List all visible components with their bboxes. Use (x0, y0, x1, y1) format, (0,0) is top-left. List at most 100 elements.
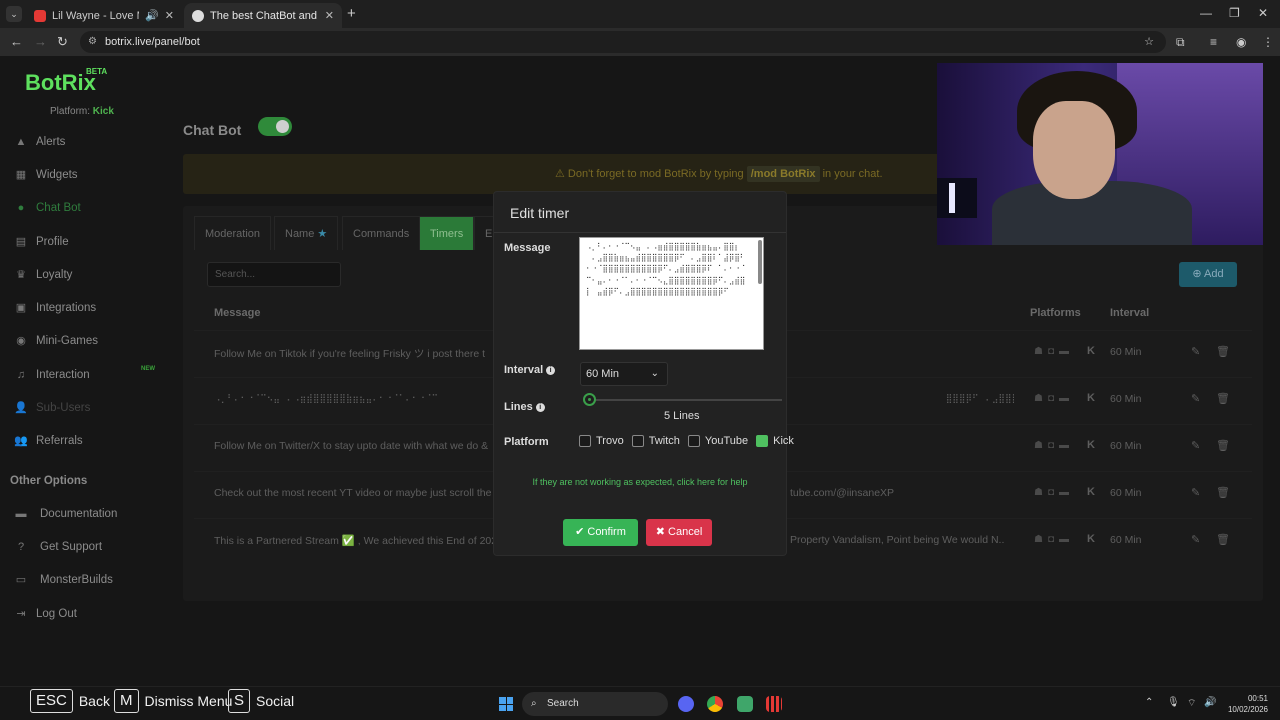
audio-icon[interactable]: 🔊 (145, 9, 159, 22)
message-label: Message (504, 242, 551, 254)
extensions-icon[interactable]: ⧉ (1176, 35, 1185, 50)
grid-icon: ▦ (15, 169, 27, 181)
m-key-hint[interactable]: M Dismiss Menu (114, 689, 232, 713)
edit-icon[interactable]: ✎ (1191, 439, 1200, 452)
wifi-icon[interactable]: ⌔ (1187, 697, 1196, 710)
browser-tab-botrix[interactable]: The best ChatBot and Widgets ✕ (184, 3, 342, 28)
new-tab-button[interactable]: + (347, 5, 356, 22)
windows-start-icon[interactable] (499, 697, 513, 711)
tab-close-icon[interactable]: ✕ (165, 9, 174, 22)
webcam-lamp (949, 183, 955, 213)
sidebar-item-interaction[interactable]: ♫ Interaction (13, 365, 90, 385)
timer-message-tail: tube.com/@iinsaneXP (790, 487, 895, 499)
forward-icon[interactable]: → (34, 34, 47, 49)
platform-icons: ☗◘▬ (1034, 487, 1075, 498)
tab-timers[interactable]: Timers (419, 216, 475, 250)
sidebar-item-widgets[interactable]: ▦ Widgets (13, 165, 78, 185)
info-icon[interactable]: i (535, 402, 545, 412)
close-window-icon[interactable]: ✕ (1258, 6, 1268, 20)
trash-icon[interactable]: 🗑 (1216, 533, 1230, 546)
people-icon: 👥 (14, 435, 28, 447)
youtube-label: YouTube (704, 435, 749, 447)
tab-close-icon[interactable]: ✕ (325, 9, 334, 22)
message-textarea[interactable]: ⠠⡀⠃⠄⠂⠐⠈⠉⠢⣤⠀⠄⠠⣶⣾⣿⣿⣿⣿⣿⣷⣶⣦⣤⠄⣿⣿⡆⠀⠀⠄⣠⣿⣿⣷⣶⣦⣤⣾⣿… (579, 237, 764, 350)
trash-icon[interactable]: 🗑 (1216, 392, 1230, 405)
sidebar-item-alerts[interactable]: ▲ Alerts (13, 132, 66, 152)
chat-bot-toggle[interactable] (258, 117, 292, 136)
taskbar-clock[interactable]: 00:51 10/02/2026 (1226, 693, 1268, 715)
sidebar-item-referrals[interactable]: 👥 Referrals (13, 431, 83, 451)
textarea-scrollbar[interactable] (758, 240, 762, 284)
kick-icon: K (1087, 345, 1095, 357)
music-icon: ♫ (16, 369, 26, 381)
trash-icon[interactable]: 🗑 (1216, 439, 1230, 452)
menu-kebab-icon[interactable]: ⋮ (1262, 35, 1274, 49)
timer-search-input[interactable]: Search... (207, 262, 341, 287)
timer-interval: 60 Min (1110, 393, 1142, 405)
sidebar-item-mini-games[interactable]: ◉ Mini-Games (13, 331, 98, 351)
mod-reminder-text: ⚠ Don't forget to mod BotRix by typing /… (555, 166, 883, 182)
edit-icon[interactable]: ✎ (1191, 392, 1200, 405)
tab-search-icon[interactable]: ⌄ (6, 6, 22, 22)
platform-icons: ☗◘▬ (1034, 346, 1075, 357)
tab-moderation[interactable]: Moderation (194, 216, 272, 250)
sidebar-item-documentation[interactable]: ▬ Documentation (13, 504, 118, 524)
info-icon[interactable]: i (546, 365, 556, 375)
sidebar-item-monsterbuilds[interactable]: ▭ MonsterBuilds (13, 570, 113, 590)
reload-icon[interactable]: ↻ (57, 34, 68, 50)
url-input[interactable]: ⚙ botrix.live/panel/bot ☆ (80, 31, 1166, 53)
browser-tab-youtube[interactable]: Lil Wayne - Love Me (Explic 🔊 ✕ (26, 3, 182, 28)
kick-icon: K (1087, 486, 1095, 498)
trash-icon[interactable]: 🗑 (1216, 486, 1230, 499)
check-icon: ✔ (575, 526, 585, 538)
lines-slider-track[interactable] (589, 399, 782, 401)
edit-icon[interactable]: ✎ (1191, 486, 1200, 499)
cancel-button[interactable]: ✖ Cancel (646, 519, 712, 546)
esc-key-hint[interactable]: ESC Back (30, 689, 110, 713)
bookmark-star-icon[interactable]: ☆ (1144, 31, 1154, 53)
edit-timer-modal: Edit timer Message ⠠⡀⠃⠄⠂⠐⠈⠉⠢⣤⠀⠄⠠⣶⣾⣿⣿⣿⣿⣿⣷… (493, 191, 794, 556)
sidebar-item-integrations[interactable]: ▣ Integrations (13, 298, 96, 318)
kick-checkbox[interactable] (756, 435, 769, 447)
maximize-icon[interactable]: ❐ (1229, 6, 1240, 20)
taskbar-search[interactable]: ⌕ Search (522, 692, 668, 716)
sidebar-item-log-out[interactable]: ⇥ Log Out (13, 604, 77, 624)
media-icon[interactable]: ≡ (1210, 35, 1217, 49)
site-info-icon[interactable]: ⚙ (88, 31, 97, 53)
interval-select[interactable]: 60 Min ⌄ (580, 362, 668, 386)
edit-icon[interactable]: ✎ (1191, 533, 1200, 546)
tab-commands[interactable]: Commands (342, 216, 421, 250)
help-icon: ? (17, 541, 25, 553)
sidebar-item-loyalty[interactable]: ♛ Loyalty (13, 265, 72, 285)
confirm-button[interactable]: ✔ Confirm (563, 519, 638, 546)
volume-icon[interactable]: 🔊 (1204, 697, 1216, 708)
sidebar-item-sub-users[interactable]: 👤 Sub-Users (13, 398, 90, 418)
s-key-hint[interactable]: S Social (228, 689, 294, 713)
sidebar-item-chat-bot[interactable]: ● Chat Bot (13, 198, 81, 218)
kick-icon: K (1087, 533, 1095, 545)
youtube-checkbox[interactable] (687, 435, 700, 447)
help-link[interactable]: If they are not working as expected, cli… (494, 477, 786, 487)
column-header-interval: Interval (1110, 307, 1150, 319)
chrome-icon[interactable] (707, 696, 723, 712)
lines-slider-handle[interactable] (583, 393, 596, 406)
add-timer-button[interactable]: ⊕ Add (1179, 262, 1237, 287)
tray-chevron-icon[interactable]: ⌃ (1145, 697, 1153, 708)
tab-name[interactable]: Name ★ (274, 216, 339, 250)
trash-icon[interactable]: 🗑 (1216, 345, 1230, 358)
twitch-checkbox[interactable] (631, 435, 644, 447)
audio-app-icon[interactable] (766, 696, 782, 712)
trovo-checkbox[interactable] (579, 435, 591, 447)
platform-label: Platform (504, 436, 549, 448)
sidebar-item-get-support[interactable]: ? Get Support (13, 537, 102, 557)
back-icon[interactable]: ← (10, 34, 23, 49)
microphone-icon[interactable]: 🎙 (1167, 697, 1180, 708)
profile-icon[interactable]: ◉ (1236, 35, 1246, 49)
edit-icon[interactable]: ✎ (1191, 345, 1200, 358)
kick-icon: K (1087, 439, 1095, 451)
discord-icon[interactable] (678, 696, 694, 712)
minimize-icon[interactable]: — (1200, 6, 1212, 20)
sidebar-item-profile[interactable]: ▤ Profile (13, 232, 69, 252)
platform-icons: ☗◘▬ (1034, 440, 1075, 451)
botrix-app-icon[interactable] (737, 696, 753, 712)
